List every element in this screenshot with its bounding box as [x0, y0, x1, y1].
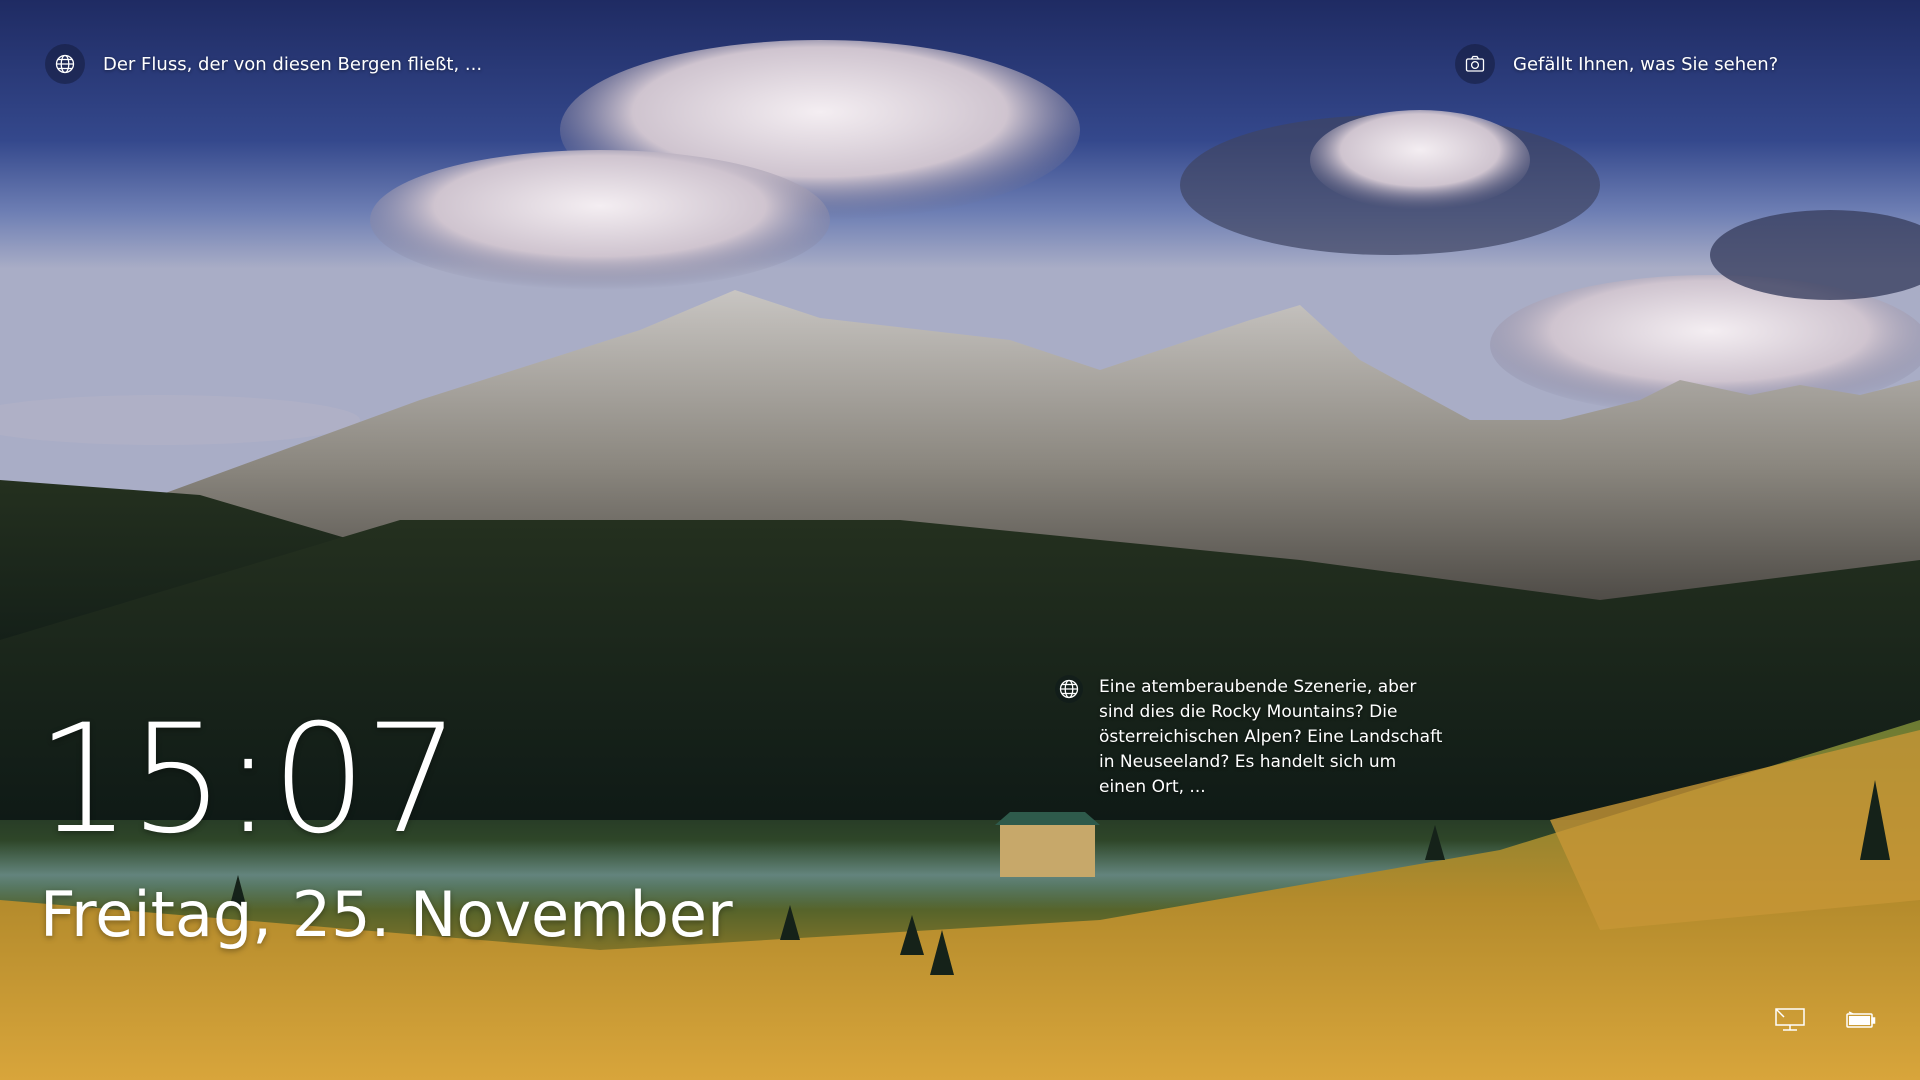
hotspot-description: Eine atemberaubende Szenerie, aber sind … — [1099, 677, 1443, 797]
lockscreen-date: Freitag, 25. November — [40, 878, 733, 951]
battery-icon[interactable] — [1840, 1005, 1880, 1035]
lockscreen-time: 15:07 — [36, 693, 460, 867]
image-caption-chip[interactable]: Der Fluss, der von diesen Bergen fließt,… — [45, 44, 482, 84]
globe-icon — [45, 44, 85, 84]
like-prompt-text[interactable]: Gefällt Ihnen, was Sie sehen? — [1513, 54, 1778, 75]
image-caption-text[interactable]: Der Fluss, der von diesen Bergen fließt,… — [103, 54, 482, 75]
image-hotspot[interactable]: Eine atemberaubende Szenerie, aber sind … — [1055, 675, 1444, 800]
globe-icon[interactable] — [1055, 675, 1083, 703]
network-icon[interactable] — [1770, 1005, 1810, 1035]
like-prompt-chip[interactable]: Gefällt Ihnen, was Sie sehen? — [1455, 44, 1778, 84]
lock-screen[interactable]: Der Fluss, der von diesen Bergen fließt,… — [0, 0, 1920, 1080]
camera-icon — [1455, 44, 1495, 84]
